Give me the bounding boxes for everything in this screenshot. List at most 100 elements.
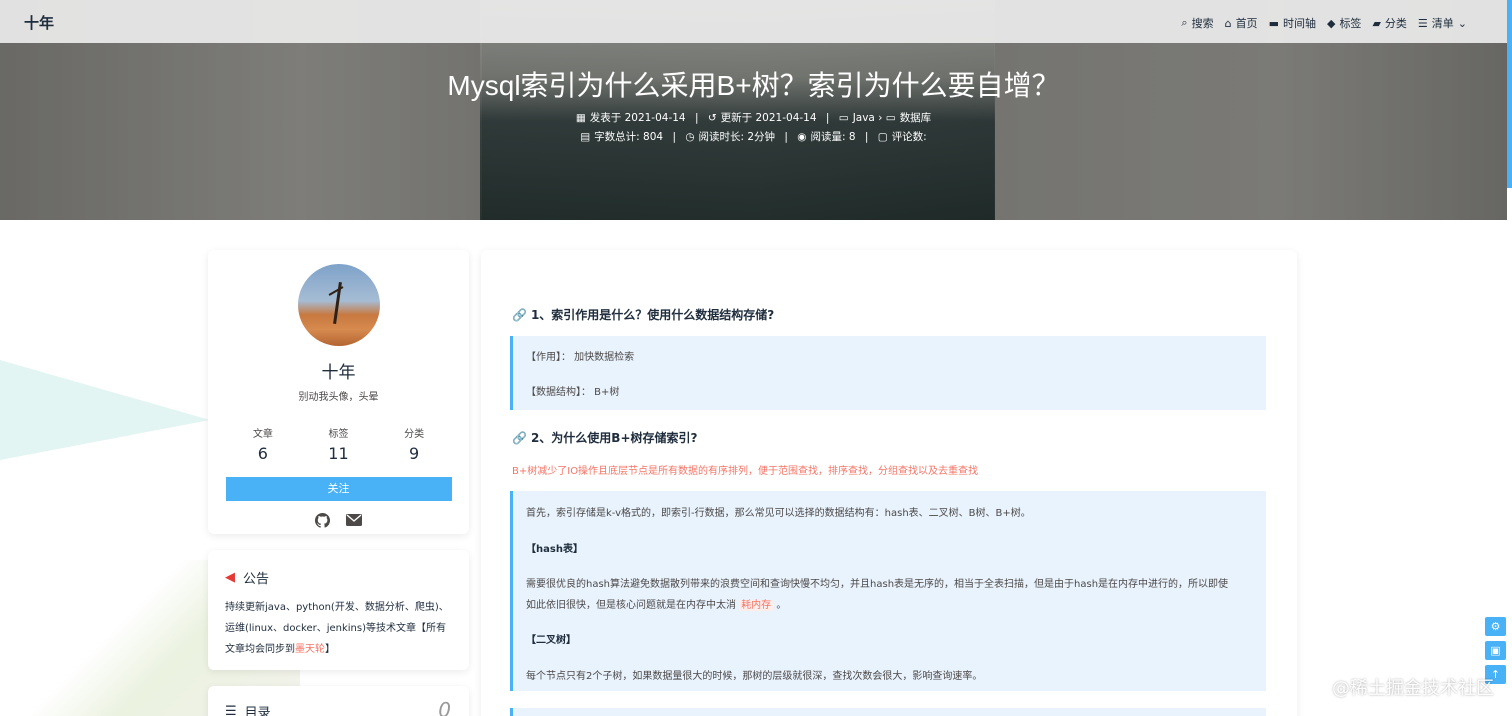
quote-paragraph: 首先，索引存储是k-v格式的，即索引-行数据，那么常见可以选择的数据结构有：ha…	[526, 508, 1031, 519]
toc-title: 目录	[244, 706, 271, 716]
wordcount: 字数总计: 804	[594, 131, 664, 143]
gear-icon: ⚙	[1490, 620, 1501, 633]
list-icon: ☰	[1417, 16, 1428, 30]
announcement-link[interactable]: 墨天轮	[295, 644, 325, 655]
nav-item-categories[interactable]: ▰ 分类	[1372, 15, 1406, 31]
comment-count[interactable]: 评论数:	[892, 131, 927, 143]
tags-icon: ◆	[1326, 16, 1336, 30]
quote-subheading: 【二叉树】	[526, 635, 576, 646]
site-name[interactable]: 十年	[24, 12, 54, 33]
nav-item-archive[interactable]: ▬ 时间轴	[1269, 15, 1316, 31]
clock-icon: ◷	[685, 131, 695, 143]
social-links	[208, 513, 469, 528]
page-scrollbar[interactable]	[1507, 0, 1512, 716]
announcement-card: ◀ 公告 持续更新java、python(开发、数据分析、爬虫)、运维(linu…	[208, 550, 469, 670]
nav-label: 分类	[1384, 17, 1407, 30]
separator: |	[694, 112, 699, 124]
blockquote-2: 首先，索引存储是k-v格式的，即索引-行数据，那么常见可以选择的数据结构有：ha…	[510, 491, 1266, 691]
quote-text-end: 。	[776, 600, 787, 611]
quote-paragraph: 需要很优良的hash算法避免数据散列带来的浪费空间和查询快慢不均匀，并且hash…	[526, 579, 1229, 590]
author-card: 十年 别动我头像，头晕 文章 6 标签 11 分类 9 关注	[208, 250, 469, 534]
nav-label: 搜索	[1191, 17, 1214, 30]
post-meta-line-2: ▤ 字数总计: 804 | ◷ 阅读时长: 2分钟 | ◉ 阅读量: 8 | ▢ 评论数…	[0, 129, 1507, 144]
inbox-icon: ▭	[838, 112, 849, 124]
view-count: 阅读量: 8	[810, 131, 856, 143]
inline-mark: 耗内存	[739, 600, 774, 611]
quote-paragraph-cont: 如此依旧很快，但是核心问题就是在内存中太消 耗内存 。	[526, 596, 786, 611]
scrollbar-thumb[interactable]	[1507, 0, 1512, 188]
chevron-down-icon: ⌄	[1457, 16, 1467, 30]
author-name: 十年	[321, 363, 356, 383]
author-stats: 文章 6 标签 11 分类 9	[225, 425, 452, 463]
nav-label: 清单	[1431, 17, 1454, 30]
stat-value: 11	[328, 444, 349, 463]
comments-button[interactable]: ▣	[1485, 641, 1506, 660]
stat-articles[interactable]: 文章 6	[228, 425, 298, 463]
highlight-text: B+树减少了IO操作且底层节点是所有数据的有序排列，便于范围查找，排序查找，分组…	[512, 466, 979, 477]
quote-paragraph: 每个节点只有2个子树，如果数据量很大的时候，那树的层级就很深，查找次数会很大，影…	[526, 671, 983, 682]
announcement-text: 持续更新java、python(开发、数据分析、爬虫)、运维(linux、doc…	[225, 597, 452, 660]
heading-text: 1、索引作用是什么？使用什么数据结构存储?	[530, 308, 775, 322]
background-decoration	[0, 360, 210, 460]
stat-label: 标签	[328, 429, 349, 440]
quote-subheading: 【hash表】	[526, 544, 583, 555]
quote-text: 如此依旧很快，但是核心问题就是在内存中太消	[526, 600, 736, 611]
announcement-title: 公告	[243, 572, 270, 587]
stat-tags[interactable]: 标签 11	[303, 425, 373, 463]
readtime: 阅读时长: 2分钟	[698, 131, 776, 143]
stat-value: 9	[409, 444, 420, 463]
link-icon[interactable]: 🔗	[512, 308, 527, 322]
category-link-db[interactable]: 数据库	[900, 112, 932, 124]
nav-item-tags[interactable]: ◆ 标签	[1327, 15, 1361, 31]
toc-header: ☰ 目录	[225, 702, 452, 716]
calendar-icon: ▦	[575, 112, 586, 124]
blockquote-3	[510, 708, 1266, 716]
stat-value: 6	[257, 444, 268, 463]
nav-item-search[interactable]: ⌕ 搜索	[1181, 15, 1213, 31]
nav-menu: ⌕ 搜索 ⌂ 首页 ▬ 时间轴 ◆ 标签 ▰ 分类 ☰ 清单 ⌄	[1181, 15, 1467, 31]
nav-item-list[interactable]: ☰ 清单 ⌄	[1418, 15, 1467, 31]
author-motto: 别动我头像，头晕	[298, 392, 379, 403]
article-content: 🔗 1、索引作用是什么？使用什么数据结构存储? 【作用】： 加快数据检索 【数据结…	[481, 250, 1297, 716]
settings-button[interactable]: ⚙	[1485, 617, 1506, 636]
inbox-icon: ▭	[885, 112, 896, 124]
separator: |	[825, 112, 830, 124]
published-date: 2021-04-14	[624, 112, 686, 124]
toc-card: ☰ 目录 0	[208, 686, 469, 716]
announcement-text-end: 】	[325, 644, 335, 655]
nav-label: 时间轴	[1282, 17, 1316, 30]
github-icon[interactable]	[315, 513, 330, 528]
file-word-icon: ▤	[580, 131, 591, 143]
heading-1: 🔗 1、索引作用是什么？使用什么数据结构存储?	[512, 306, 774, 323]
search-icon: ⌕	[1181, 16, 1188, 29]
envelope-icon[interactable]	[346, 513, 362, 527]
post-meta-line-1: ▦ 发表于 2021-04-14 | ↺ 更新于 2021-04-14 | ▭ Jav…	[0, 110, 1507, 125]
announcement-header: ◀ 公告	[225, 568, 452, 587]
navbar: 十年 ⌕ 搜索 ⌂ 首页 ▬ 时间轴 ◆ 标签 ▰ 分类 ☰ 清单 ⌄	[0, 0, 1507, 43]
follow-button[interactable]: 关注	[225, 477, 452, 501]
archive-icon: ▬	[1268, 16, 1279, 30]
stat-label: 文章	[252, 429, 273, 440]
bullhorn-icon: ◀	[225, 570, 235, 585]
heading-text: 2、为什么使用B+树存储索引?	[530, 431, 698, 445]
announcement-text-main: 持续更新java、python(开发、数据分析、爬虫)、运维(linux、doc…	[225, 602, 449, 655]
watermark: @稀土掘金技术社区	[1332, 678, 1494, 699]
comments-icon: ▢	[877, 131, 888, 143]
stat-categories[interactable]: 分类 9	[379, 425, 449, 463]
category-link-java[interactable]: Java	[853, 112, 875, 124]
link-icon[interactable]: 🔗	[512, 431, 527, 445]
separator: |	[784, 131, 788, 143]
eye-icon: ◉	[797, 131, 807, 143]
separator: |	[672, 131, 676, 143]
bars-icon: ☰	[225, 704, 237, 716]
home-icon: ⌂	[1224, 16, 1232, 30]
heading-2: 🔗 2、为什么使用B+树存储索引?	[512, 429, 697, 446]
history-icon: ↺	[707, 112, 717, 124]
updated-date: 2021-04-14	[755, 112, 817, 124]
stat-label: 分类	[404, 429, 425, 440]
published-label: 发表于	[589, 112, 622, 124]
updated-label: 更新于	[720, 112, 753, 124]
quote-line: 【作用】： 加快数据检索	[526, 352, 635, 363]
nav-label: 标签	[1339, 17, 1362, 30]
nav-item-home[interactable]: ⌂ 首页	[1225, 15, 1258, 31]
